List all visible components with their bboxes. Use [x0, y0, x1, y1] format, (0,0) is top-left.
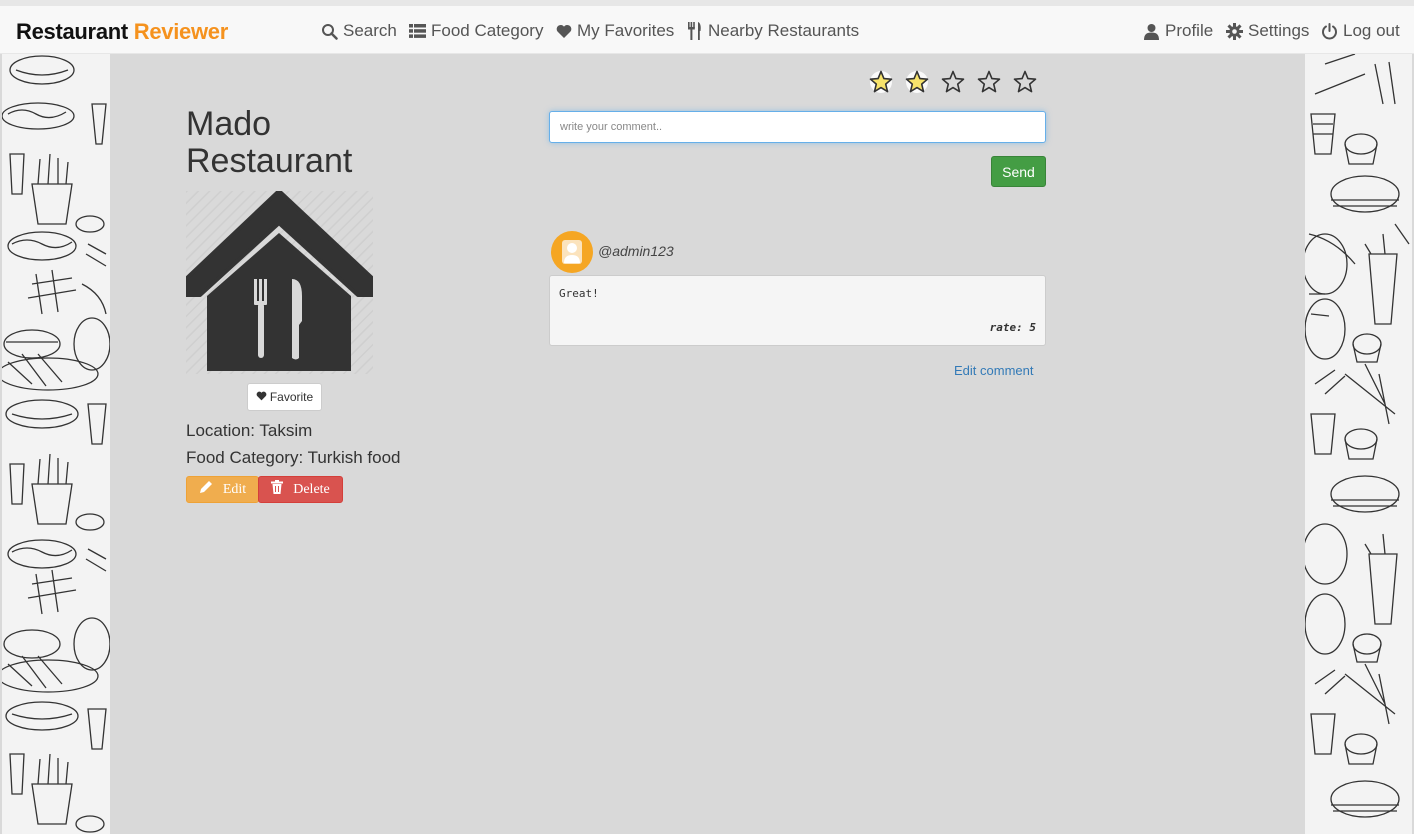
search-icon — [321, 23, 338, 40]
star-filled-icon[interactable] — [905, 70, 929, 94]
comment-username: @admin123 — [598, 243, 674, 259]
gear-icon — [1226, 22, 1243, 40]
restaurant-location: Location: Taksim — [186, 421, 313, 440]
star-empty-icon[interactable] — [941, 70, 965, 94]
nav-search[interactable]: Search — [321, 19, 397, 43]
edit-comment-link[interactable]: Edit comment — [954, 363, 1033, 378]
edit-restaurant-label: Edit — [222, 481, 247, 497]
star-empty-icon[interactable] — [1013, 70, 1037, 94]
page-content: Mado Restaurant Favorite Location: Taksi… — [0, 54, 1414, 834]
brand-name-part1: Restaurant — [16, 19, 128, 44]
food-doodle-pattern-left — [2, 54, 110, 834]
favorite-button[interactable]: Favorite — [247, 383, 322, 411]
nav-my-favorites-label: My Favorites — [577, 21, 675, 40]
comment-box: Great! rate: 5 — [549, 275, 1046, 346]
nav-search-label: Search — [343, 21, 397, 40]
star-rating[interactable] — [869, 70, 1037, 94]
restaurant-logo — [184, 189, 375, 374]
brand-name-part2: Reviewer — [133, 19, 229, 44]
star-empty-icon[interactable] — [977, 70, 1001, 94]
nav-food-category-label: Food Category — [431, 21, 544, 40]
heart-icon — [556, 24, 572, 39]
send-button[interactable]: Send — [991, 156, 1046, 187]
edit-restaurant-button[interactable]: Edit — [186, 476, 259, 503]
list-icon — [409, 23, 426, 39]
nav-log-out[interactable]: Log out — [1321, 19, 1400, 43]
restaurant-name-line2: Restaurant — [186, 142, 353, 180]
user-icon — [1143, 23, 1160, 40]
brand-logo[interactable]: Restaurant Reviewer — [16, 19, 228, 45]
nav-profile-label: Profile — [1165, 21, 1214, 40]
heart-icon — [256, 390, 267, 404]
cutlery-icon — [687, 22, 703, 40]
power-icon — [1321, 22, 1338, 40]
nav-settings[interactable]: Settings — [1226, 19, 1309, 43]
food-doodle-pattern-right — [1305, 54, 1412, 834]
comment-input[interactable] — [549, 111, 1046, 143]
nav-food-category[interactable]: Food Category — [409, 19, 543, 43]
nav-log-out-label: Log out — [1343, 21, 1400, 40]
trash-icon — [271, 480, 284, 499]
nav-nearby-restaurants[interactable]: Nearby Restaurants — [687, 19, 859, 43]
nav-settings-label: Settings — [1248, 21, 1310, 40]
comment-text: Great! — [559, 287, 599, 300]
top-navbar: Restaurant Reviewer Search Food Category… — [0, 0, 1414, 54]
delete-restaurant-button[interactable]: Delete — [258, 476, 343, 503]
restaurant-title: Mado Restaurant — [186, 106, 446, 180]
pencil-icon — [199, 480, 213, 499]
restaurant-name-line1: Mado — [186, 105, 272, 143]
avatar — [551, 231, 593, 273]
favorite-button-label: Favorite — [269, 390, 314, 404]
star-filled-icon[interactable] — [869, 70, 893, 94]
delete-restaurant-label: Delete — [293, 481, 330, 497]
nav-profile[interactable]: Profile — [1143, 19, 1213, 43]
restaurant-food-category: Food Category: Turkish food — [186, 448, 401, 467]
nav-my-favorites[interactable]: My Favorites — [556, 19, 674, 43]
comment-rate: rate: 5 — [989, 321, 1036, 334]
nav-nearby-restaurants-label: Nearby Restaurants — [708, 21, 860, 40]
